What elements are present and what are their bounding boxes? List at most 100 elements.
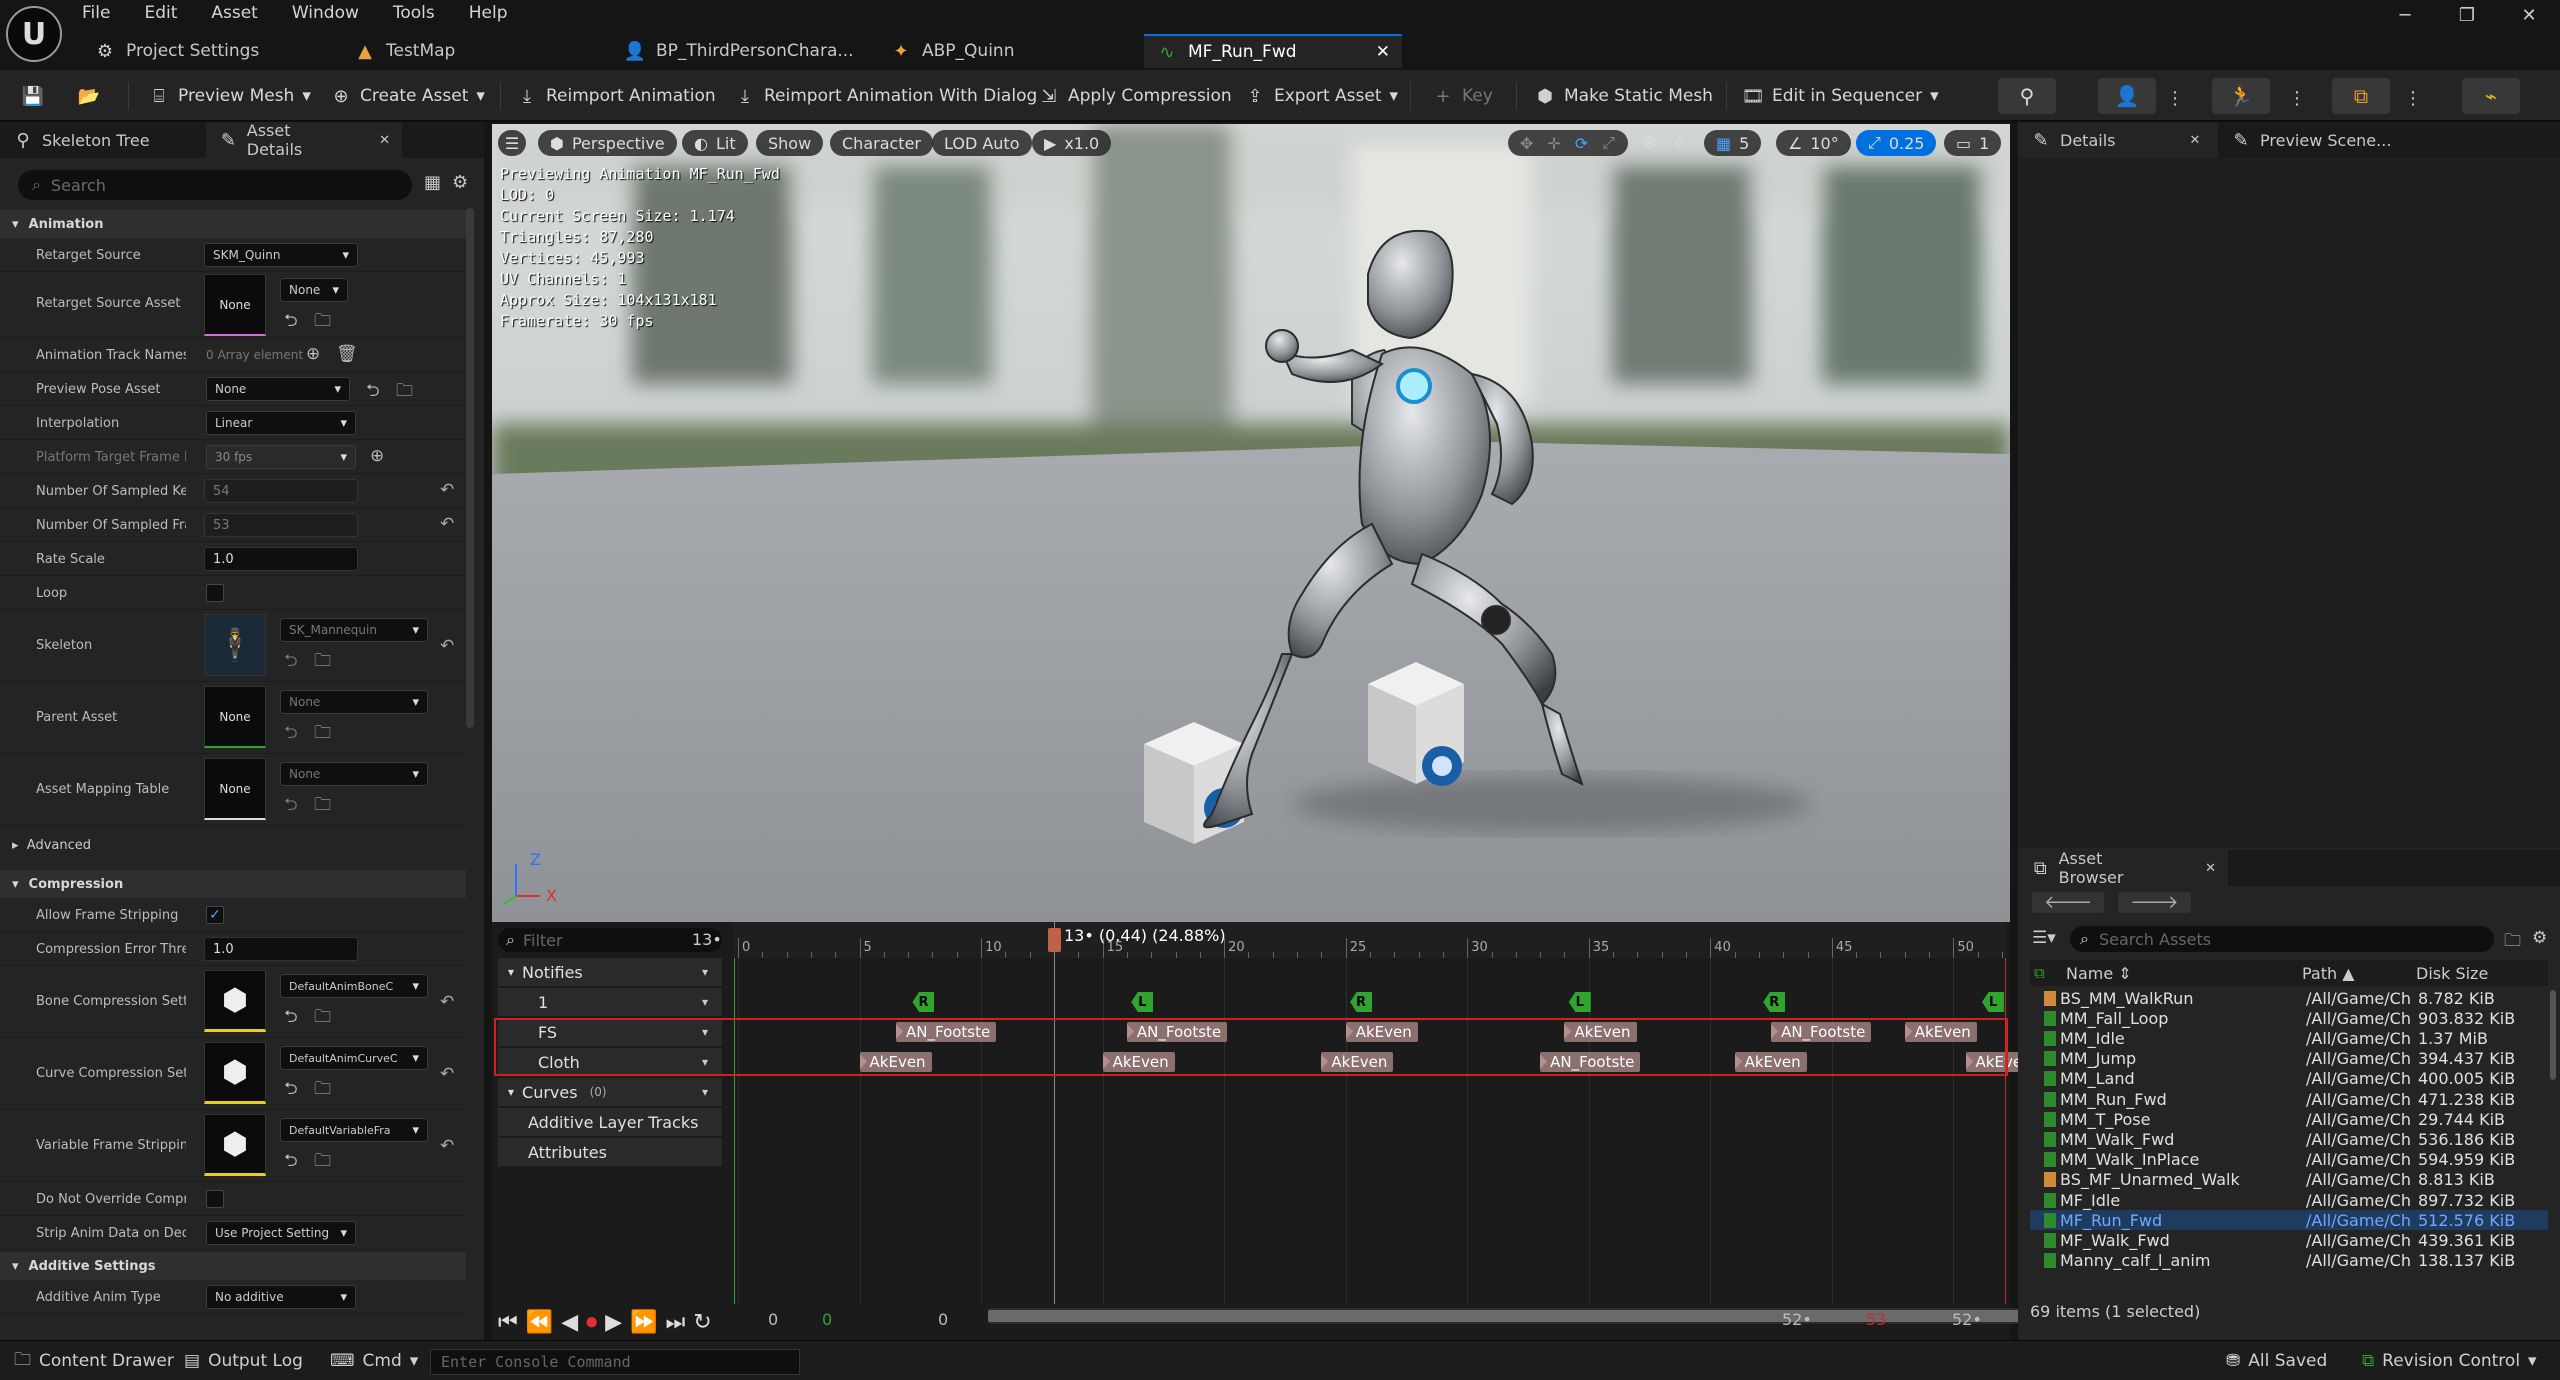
section-advanced[interactable]: ▸ Advanced [12,838,91,853]
folder-icon[interactable]: 🗀 [2504,928,2521,957]
dropdown-icon[interactable]: ▾ [702,1085,708,1099]
strip-anim-dropdown[interactable]: Use Project Setting [206,1221,356,1245]
track-additive-layer[interactable]: Additive Layer Tracks [498,1108,722,1136]
playback-speed-button[interactable]: ▶ x1.0 [1032,130,1112,156]
filter-icon[interactable]: ☰▾ [2032,928,2056,948]
playhead-line[interactable]: 13• (0.44) (24.88%) [1048,922,1226,1304]
tab-skeleton-tree[interactable]: ⚲ Skeleton Tree [0,122,206,158]
step-forward-icon[interactable]: ⏩ [630,1310,657,1335]
track-notifies[interactable]: ▾ Notifies ▾ [498,958,722,986]
play-reverse-icon[interactable]: ◀ [561,1310,578,1335]
asset-row[interactable]: MM_T_Pose/All/Game/Ch 29.744 KiB [2030,1109,2548,1129]
timeline-track-area[interactable]: 0 5 10 15 20 25 30 35 40 45 50 RLRLRL AN_Footste AN… [734,922,2038,1308]
skip-to-start-icon[interactable]: ⏮ [498,1310,518,1335]
sync-marker[interactable]: L [1568,992,1591,1012]
sync-marker[interactable]: R [912,992,935,1012]
preview-mesh-button[interactable]: ⌸ Preview Mesh ▾ [140,80,319,112]
mapping-table-thumbnail[interactable]: None [204,758,266,820]
browse-icon[interactable]: 🗀 [396,378,413,407]
end-range-line[interactable] [2005,958,2006,1304]
menu-help[interactable]: Help [469,3,508,29]
col-name[interactable]: Name ⇕ [2066,960,2132,986]
mapping-table-dropdown[interactable]: None [280,762,428,786]
use-selected-icon[interactable]: ⮌ [284,1076,298,1105]
mesh-mode-button[interactable]: 👤 [2098,78,2156,114]
asset-row[interactable]: MF_Idle/All/Game/Ch 897.732 KiB [2030,1190,2548,1210]
close-window-icon[interactable]: ✕ [2498,0,2560,30]
perspective-button[interactable]: ⬢ Perspective [538,130,677,156]
sync-marker[interactable]: R [1350,992,1372,1012]
use-selected-icon[interactable]: ⮌ [366,378,380,407]
use-selected-icon[interactable]: ⮌ [284,720,298,749]
more-icon[interactable]: ⋮ [2288,88,2306,109]
preview-viewport[interactable]: Z X ☰ ⬢ Perspective ◐ Lit Show Character L… [492,124,2010,922]
reimport-dialog-button[interactable]: ⤓ Reimport Animation With Dialog [726,80,1045,112]
more-icon[interactable]: ⋮ [2166,88,2184,109]
dropdown-icon[interactable]: ▾ [702,995,708,1009]
key-button[interactable]: + Key [1424,80,1501,112]
retarget-asset-dropdown[interactable]: None [280,278,348,302]
menu-tools[interactable]: Tools [393,3,435,29]
compression-error-field[interactable]: 1.0 [204,937,358,961]
close-tab-icon[interactable]: ✕ [2189,133,2200,148]
tab-project-settings[interactable]: ⚙ Project Settings [82,34,332,68]
view-start-field[interactable]: 0 [938,1310,948,1329]
preview-pose-dropdown[interactable]: None [206,377,350,401]
bone-compression-thumbnail[interactable]: ⬢ [204,970,266,1032]
close-tab-icon[interactable]: ✕ [379,133,390,148]
interpolation-dropdown[interactable]: Linear [206,411,356,435]
tab-bp-thirdperson[interactable]: 👤 BP_ThirdPersonChara... [612,34,872,68]
asset-list-scrollbar[interactable] [2550,990,2556,1080]
blueprint-mode-button[interactable]: ⧉ [2332,78,2390,114]
more-icon[interactable]: ⋮ [2404,88,2422,109]
sync-marker[interactable]: R [1763,992,1786,1012]
back-arrow-icon[interactable]: 🡐 [2032,892,2105,913]
asset-search-input[interactable]: ⌕ Search Assets [2070,926,2494,952]
loop-checkbox[interactable] [206,584,224,602]
skeleton-thumbnail[interactable]: 🕴 [204,614,266,676]
skeleton-dropdown[interactable]: SK_Mannequin [280,618,428,642]
track-1[interactable]: 1 ▾ [498,988,722,1016]
rotation-snap-button[interactable]: ∠ 10° [1776,130,1851,156]
browse-icon[interactable]: 🗀 [314,1004,331,1033]
skip-to-end-icon[interactable]: ⏭ [665,1310,685,1335]
edit-in-sequencer-button[interactable]: 🎞 Edit in Sequencer ▾ [1734,80,1947,112]
reset-to-default-icon[interactable]: ↶ [440,1064,454,1084]
show-button[interactable]: Show [756,130,824,156]
minimize-icon[interactable]: ─ [2374,0,2436,30]
loop-icon[interactable]: ↻ [693,1310,711,1335]
step-back-icon[interactable]: ⏪ [526,1310,553,1335]
tab-details[interactable]: ✎ Details ✕ [2018,122,2218,158]
tab-testmap[interactable]: ▲ TestMap [342,34,602,68]
rotate-icon[interactable]: ⟳ [1575,134,1588,153]
parent-asset-thumbnail[interactable]: None [204,686,266,748]
reset-to-default-icon[interactable]: ↶ [440,480,454,500]
col-path[interactable]: Path ▲ [2302,960,2355,986]
trash-icon[interactable]: 🗑 [336,344,358,364]
dropdown-icon[interactable]: ▾ [702,965,708,979]
asset-row[interactable]: MM_Jump/All/Game/Ch 394.437 KiB [2030,1049,2548,1069]
frame-stripping-thumbnail[interactable]: ⬢ [204,1114,266,1176]
use-selected-icon[interactable]: ⮌ [284,1148,298,1177]
browse-icon[interactable]: 🗀 [314,792,331,821]
restore-icon[interactable]: ❐ [2436,0,2498,30]
reset-to-default-icon[interactable]: ↶ [440,514,454,534]
console-input[interactable]: Enter Console Command [430,1349,800,1375]
menu-file[interactable]: File [82,3,110,29]
asset-row[interactable]: Manny_calf_l_anim/All/Game/Ch 138.137 KiB [2030,1251,2548,1271]
play-start-field[interactable]: 0 [822,1310,832,1329]
play-end-field[interactable]: 53 [1866,1310,1886,1329]
browse-button[interactable]: 📂 [70,80,108,112]
settings-icon[interactable]: ⚙ [2532,928,2547,948]
scrollbar-thumb[interactable] [988,1310,2052,1322]
make-static-mesh-button[interactable]: ⬢ Make Static Mesh [1526,80,1721,112]
sync-marker[interactable]: L [1982,992,2004,1012]
asset-row[interactable]: MM_Land/All/Game/Ch 400.005 KiB [2030,1069,2548,1089]
frame-stripping-dropdown[interactable]: DefaultVariableFra [280,1118,428,1142]
use-selected-icon[interactable]: ⮌ [284,792,298,821]
content-drawer-button[interactable]: 🗀 Content Drawer [14,1347,174,1375]
camera-speed-button[interactable]: ▭ 1 [1944,130,2002,156]
save-button[interactable]: 💾 [14,80,52,112]
section-animation[interactable]: ▾ Animation [0,210,466,238]
asset-row[interactable]: BS_MM_WalkRun/All/Game/Ch 8.782 KiB [2030,988,2548,1008]
